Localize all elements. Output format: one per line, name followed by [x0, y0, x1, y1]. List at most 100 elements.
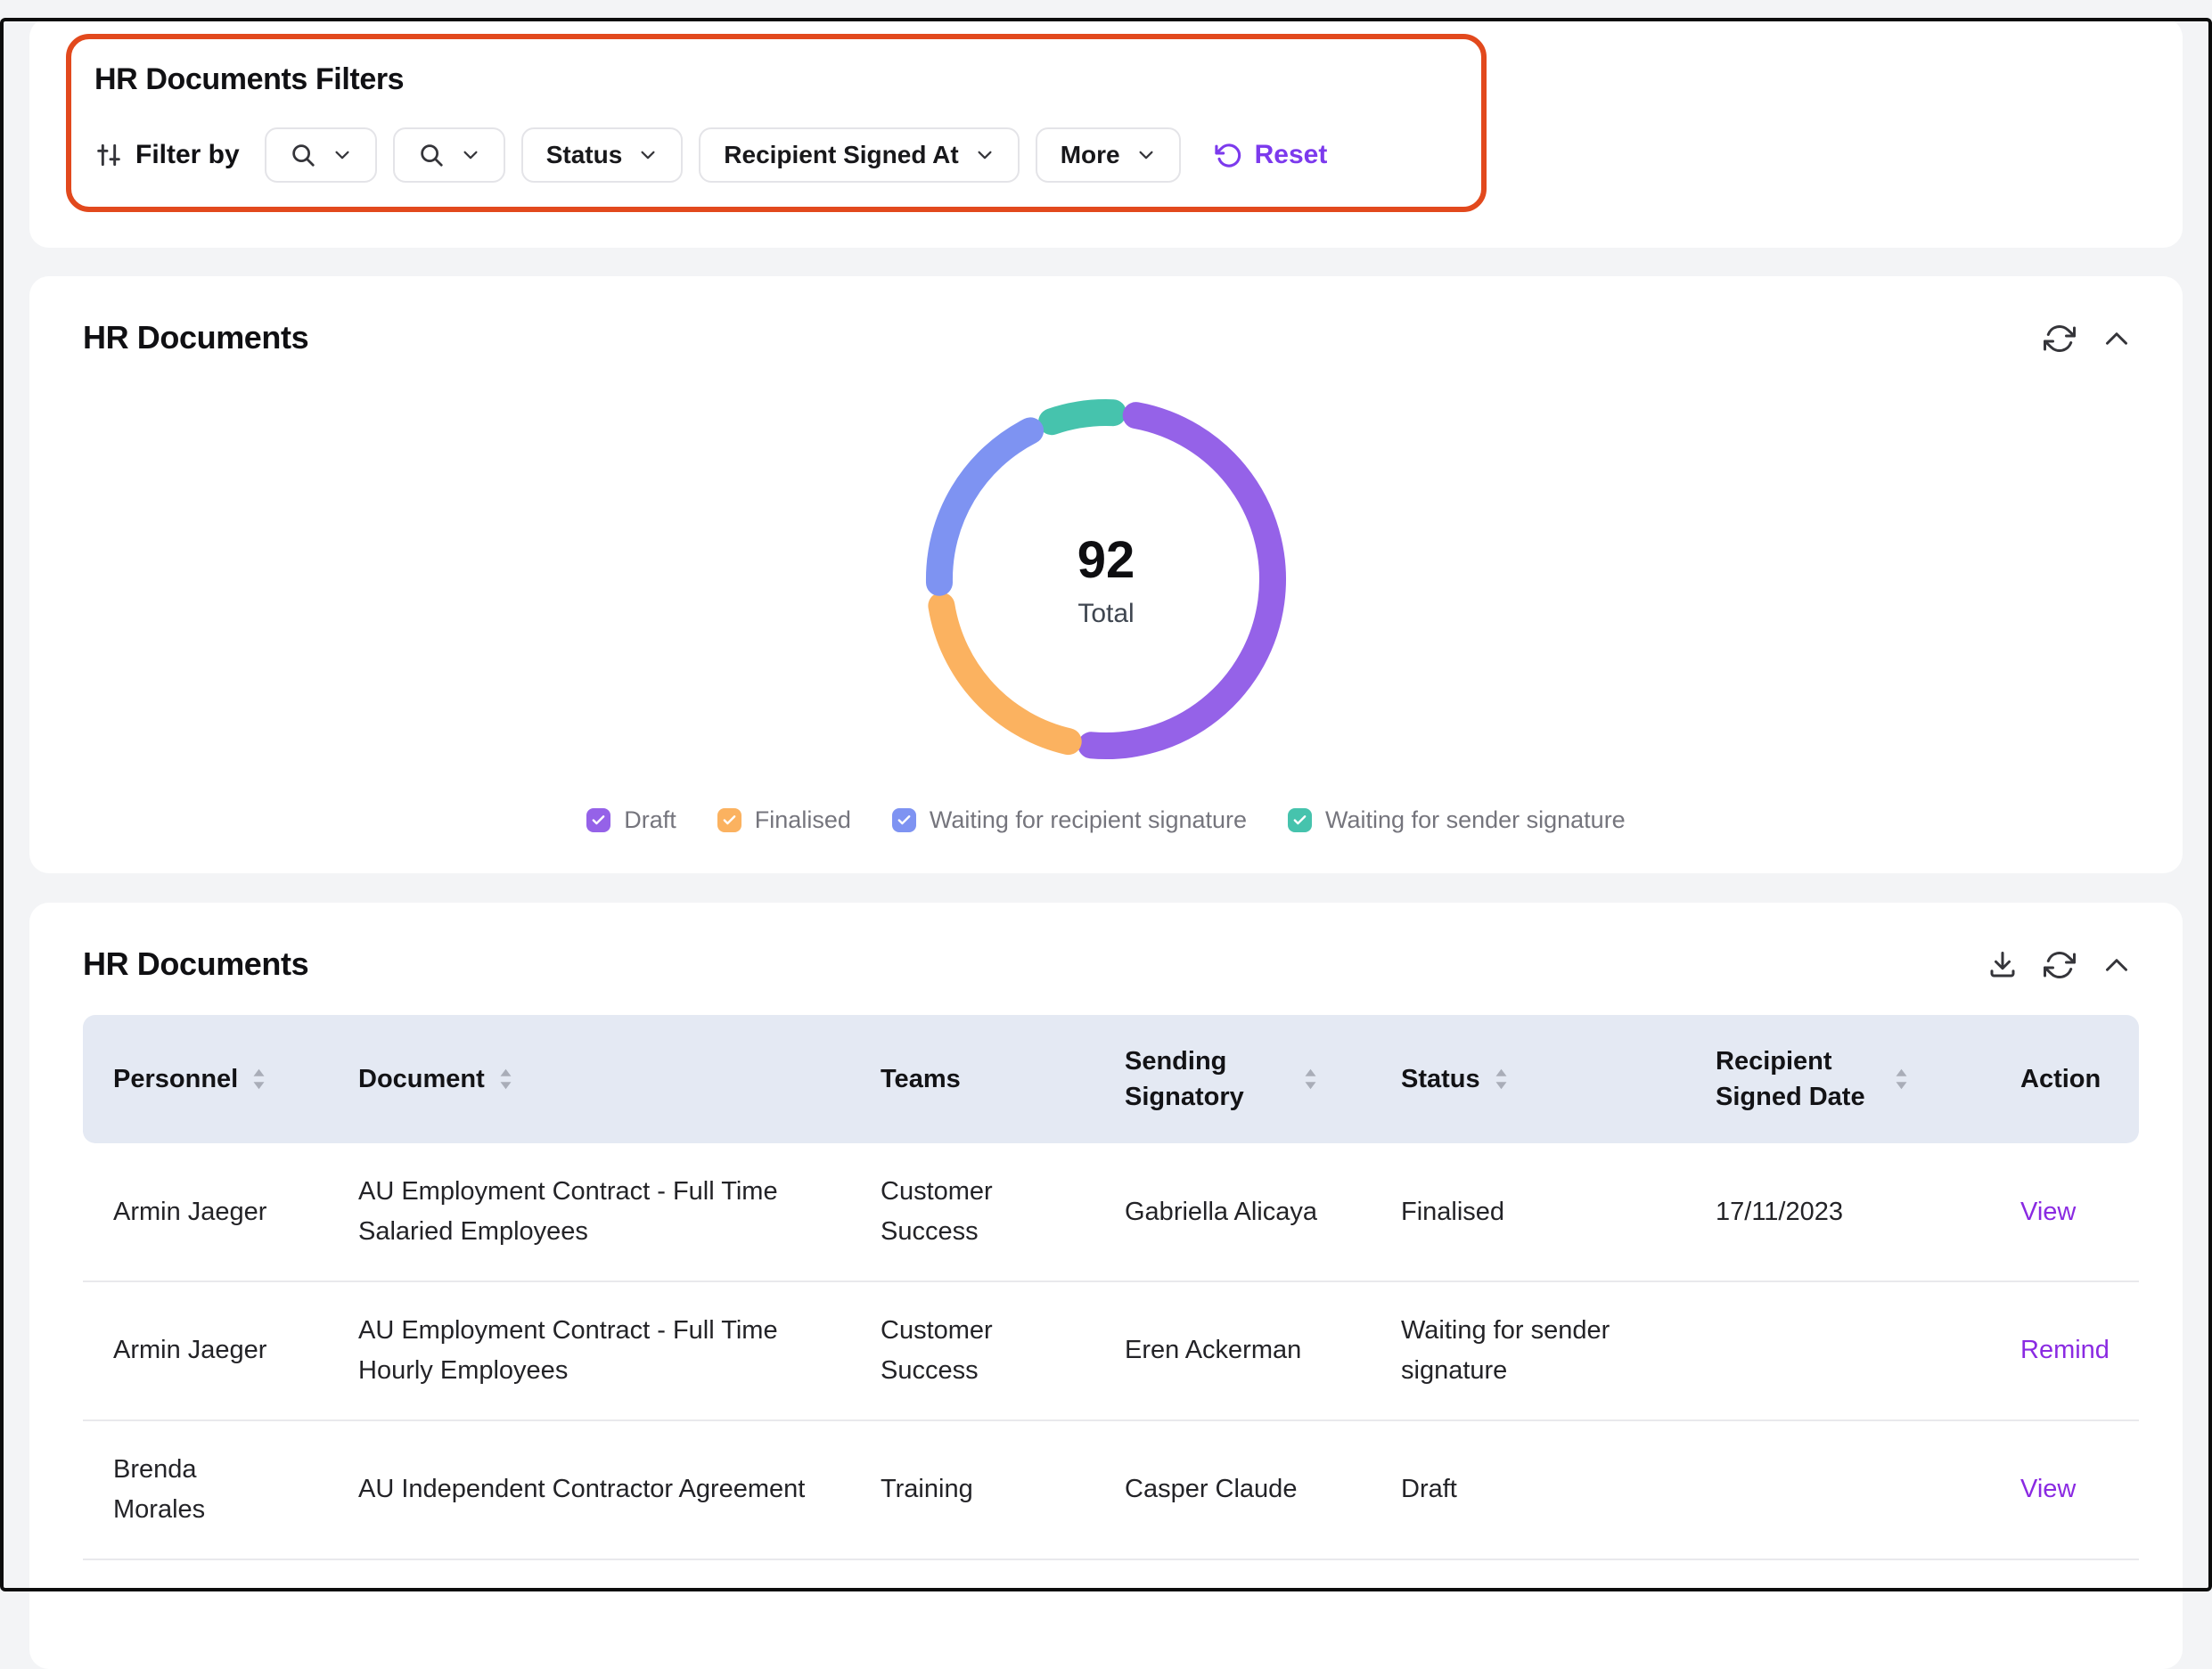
cell-sending-signatory: Casper Claude	[1125, 1469, 1401, 1509]
column-header-label: Teams	[881, 1061, 961, 1097]
legend-item-waiting-for-sender-signature: Waiting for sender signature	[1288, 806, 1626, 834]
view-link[interactable]: View	[2020, 1198, 2076, 1226]
filter-by-label: Filter by	[135, 140, 240, 170]
check-icon	[897, 813, 912, 828]
sort-icon[interactable]	[499, 1068, 512, 1091]
cell-teams: Training	[881, 1469, 1125, 1509]
filter-dropdown-label: Recipient Signed At	[724, 141, 958, 169]
sort-icon[interactable]	[252, 1068, 266, 1091]
column-header-recipient-signed-date[interactable]: Recipient Signed Date	[1716, 1043, 2020, 1115]
refresh-button[interactable]	[2044, 323, 2076, 355]
legend-label: Finalised	[755, 806, 851, 834]
column-header-label: Personnel	[113, 1061, 238, 1097]
table-card-title: HR Documents	[83, 945, 308, 983]
legend-label: Waiting for recipient signature	[930, 806, 1247, 834]
sort-icon[interactable]	[1495, 1068, 1508, 1091]
cell-personnel: Armin Jaeger	[83, 1330, 358, 1370]
legend-checkbox[interactable]	[717, 808, 741, 832]
legend-label: Waiting for sender signature	[1325, 806, 1626, 834]
table-card-actions	[1987, 949, 2133, 981]
cell-sending-signatory: Gabriella Alicaya	[1125, 1192, 1401, 1232]
cell-status: Draft	[1401, 1469, 1716, 1509]
cell-document: AU Employment Contract - Full Time Hourl…	[358, 1311, 881, 1391]
column-header-personnel[interactable]: Personnel	[83, 1061, 358, 1097]
collapse-button[interactable]	[2101, 949, 2133, 981]
filter-dropdown-status[interactable]: Status	[521, 127, 684, 183]
legend-label: Draft	[624, 806, 676, 834]
table-body: Armin Jaeger AU Employment Contract - Fu…	[83, 1143, 2139, 1560]
legend-checkbox[interactable]	[892, 808, 916, 832]
column-header-status[interactable]: Status	[1401, 1061, 1716, 1097]
chevron-up-icon	[2101, 949, 2133, 981]
refresh-icon	[2044, 323, 2076, 355]
filter-by-label-group: Filter by	[94, 140, 240, 170]
cell-document: AU Employment Contract - Full Time Salar…	[358, 1172, 881, 1252]
table-row: Armin Jaeger AU Employment Contract - Fu…	[83, 1282, 2139, 1421]
sliders-icon	[94, 141, 123, 169]
donut-svg	[919, 392, 1293, 766]
download-icon	[1987, 949, 2019, 981]
legend-checkbox[interactable]	[586, 808, 610, 832]
cell-personnel: Armin Jaeger	[83, 1192, 358, 1232]
check-icon	[722, 813, 737, 828]
cell-action: View	[2020, 1192, 2139, 1232]
column-header-label: Document	[358, 1061, 485, 1097]
cell-status: Finalised	[1401, 1192, 1716, 1232]
sort-icon[interactable]	[1304, 1068, 1317, 1091]
collapse-button[interactable]	[2101, 323, 2133, 355]
reset-button[interactable]: Reset	[1215, 140, 1328, 170]
donut-segment-finalised[interactable]	[941, 606, 1068, 741]
donut-segment-waiting-for-sender-signature[interactable]	[1052, 413, 1113, 421]
column-header-action: Action	[2020, 1061, 2139, 1097]
cell-status: Waiting for sender signature	[1401, 1311, 1716, 1391]
legend-item-waiting-for-recipient-signature: Waiting for recipient signature	[892, 806, 1247, 834]
chevron-up-icon	[2101, 323, 2133, 355]
table-row: Brenda Morales AU Independent Contractor…	[83, 1421, 2139, 1560]
filter-row: Filter by Status Recipient Signed At Mor…	[94, 127, 1481, 183]
sort-icon[interactable]	[1895, 1068, 1908, 1091]
search-icon	[418, 142, 445, 168]
reset-icon	[1215, 142, 1242, 169]
refresh-icon	[2044, 949, 2076, 981]
chevron-down-icon	[332, 145, 352, 165]
filter-dropdown-more[interactable]: More	[1036, 127, 1181, 183]
cell-action: View	[2020, 1469, 2139, 1509]
column-header-label: Sending Signatory	[1125, 1043, 1290, 1115]
filters-highlight-box: HR Documents Filters Filter by Status Re…	[66, 34, 1487, 212]
chart-card-actions	[2044, 323, 2133, 355]
table-header-row: Personnel Document Teams Sending Signato…	[83, 1015, 2139, 1143]
chart-legend: Draft Finalised Waiting for recipient si…	[29, 806, 2183, 834]
view-link[interactable]: View	[2020, 1475, 2076, 1503]
chevron-down-icon	[975, 145, 995, 165]
filter-dropdown-search-2[interactable]	[393, 127, 505, 183]
reset-label: Reset	[1255, 140, 1328, 170]
donut-segment-waiting-for-recipient-signature[interactable]	[939, 430, 1030, 582]
legend-checkbox[interactable]	[1288, 808, 1312, 832]
hr-documents-table: Personnel Document Teams Sending Signato…	[29, 1015, 2183, 1560]
column-header-label: Recipient Signed Date	[1716, 1043, 1880, 1115]
chevron-down-icon	[638, 145, 658, 165]
filter-dropdown-search-1[interactable]	[265, 127, 377, 183]
filter-dropdown-recipient-signed-at[interactable]: Recipient Signed At	[699, 127, 1019, 183]
cell-document: AU Independent Contractor Agreement	[358, 1469, 881, 1509]
search-icon	[290, 142, 316, 168]
filter-dropdowns: Status Recipient Signed At More	[265, 127, 1181, 183]
column-header-label: Status	[1401, 1061, 1480, 1097]
check-icon	[1292, 813, 1307, 828]
download-button[interactable]	[1987, 949, 2019, 981]
table-card: HR Documents Personnel	[29, 903, 2183, 1669]
donut-segment-draft[interactable]	[1091, 415, 1273, 746]
chevron-down-icon	[1136, 145, 1156, 165]
filter-dropdown-label: Status	[546, 141, 623, 169]
column-header-sending-signatory[interactable]: Sending Signatory	[1125, 1043, 1401, 1115]
filters-card: HR Documents Filters Filter by Status Re…	[29, 18, 2183, 248]
cell-action: Remind	[2020, 1330, 2139, 1370]
remind-link[interactable]: Remind	[2020, 1336, 2110, 1364]
cell-teams: Customer Success	[881, 1311, 1125, 1391]
chart-card: HR Documents 92 Total Draft	[29, 276, 2183, 873]
column-header-document[interactable]: Document	[358, 1061, 881, 1097]
legend-item-draft: Draft	[586, 806, 676, 834]
refresh-button[interactable]	[2044, 949, 2076, 981]
column-header-teams: Teams	[881, 1061, 1125, 1097]
chevron-down-icon	[461, 145, 480, 165]
